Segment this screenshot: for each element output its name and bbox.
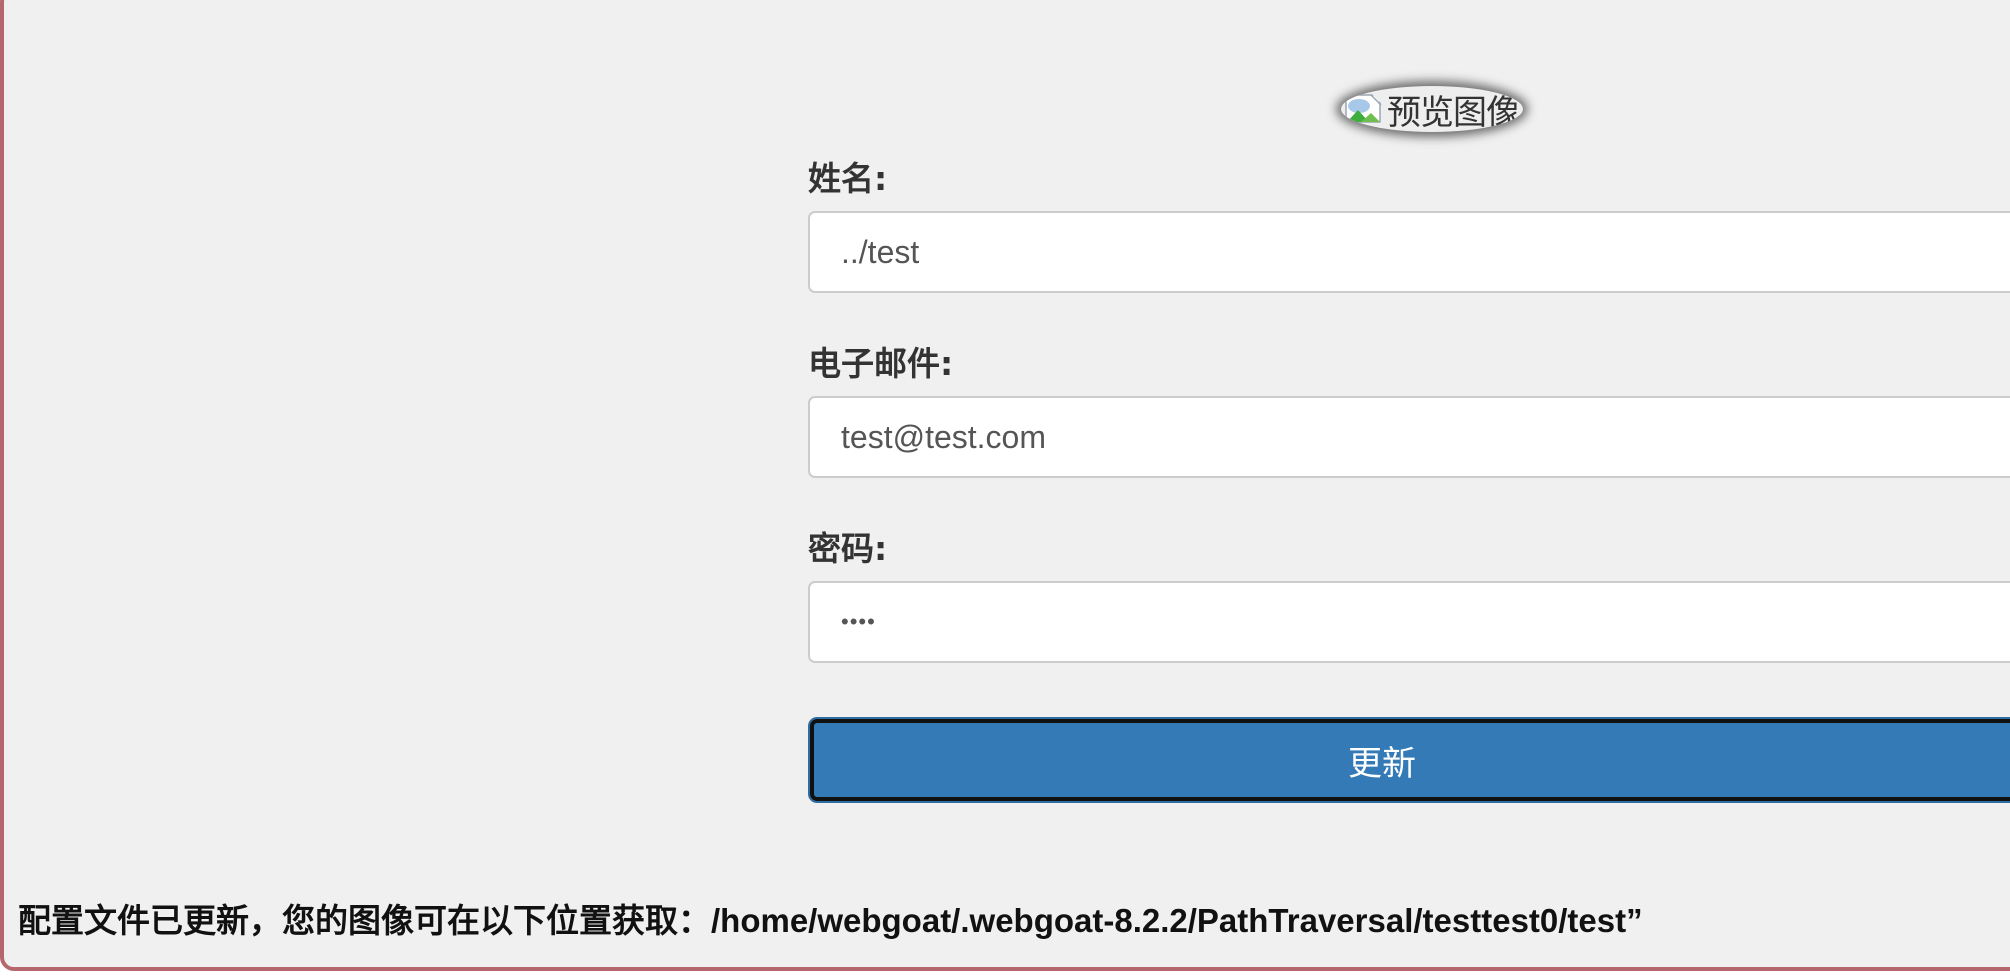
email-label: 电子邮件:	[808, 344, 954, 383]
profile-image-preview: 预览图像	[1341, 86, 1523, 132]
feedback-message: 配置文件已更新，您的图像可在以下位置获取：/home/webgoat/.webg…	[18, 902, 1643, 939]
email-input[interactable]: test@test.com	[808, 396, 2010, 478]
password-input[interactable]: ••••	[808, 581, 2010, 663]
update-button[interactable]: 更新	[808, 717, 2010, 803]
broken-image-icon	[1345, 93, 1385, 123]
preview-alt-text: 预览图像	[1387, 92, 1520, 133]
password-label: 密码:	[808, 529, 888, 568]
lesson-panel: 预览图像 姓名: ../test 电子邮件: test@test.com 密码:…	[0, 0, 2010, 971]
name-label: 姓名:	[808, 159, 888, 198]
name-input[interactable]: ../test	[808, 211, 2010, 293]
